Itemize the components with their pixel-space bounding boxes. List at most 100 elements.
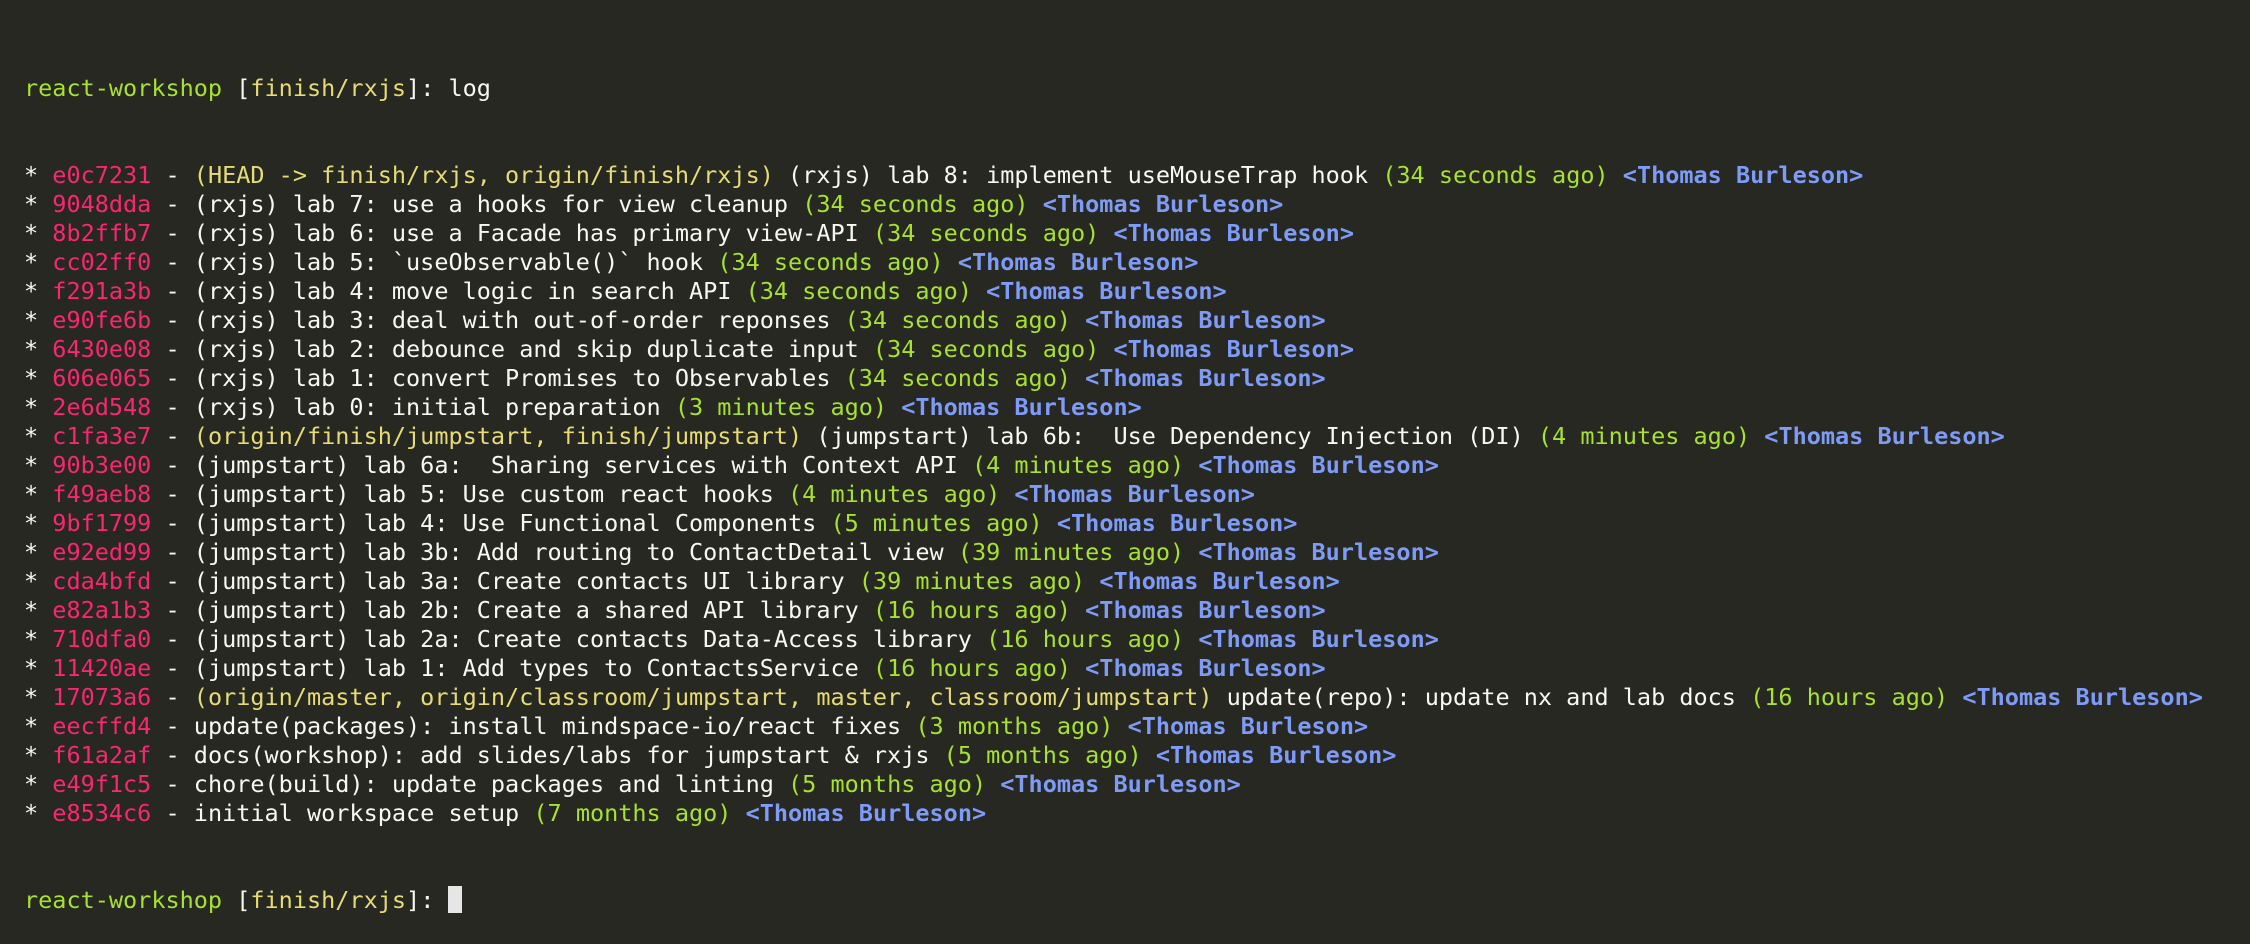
commit-author: <Thomas Burleson> (1085, 596, 1326, 624)
commit-line: * 8b2ffb7 - (rxjs) lab 6: use a Facade h… (24, 219, 1354, 247)
commit-date: (16 hours ago) (1750, 683, 1949, 711)
commit-author: <Thomas Burleson> (1764, 422, 2005, 450)
commit-date: (34 seconds ago) (745, 277, 972, 305)
commit-author: <Thomas Burleson> (986, 277, 1227, 305)
prompt-line: react-workshop [finish/rxjs]: log (24, 74, 491, 102)
commit-author: <Thomas Burleson> (901, 393, 1142, 421)
prompt-directory: react-workshop (24, 74, 223, 102)
commit-date: (4 minutes ago) (788, 480, 1001, 508)
commit-line: * 11420ae - (jumpstart) lab 1: Add types… (24, 654, 1326, 682)
commit-message: (jumpstart) lab 5: Use custom react hook… (193, 480, 774, 508)
commit-author: <Thomas Burleson> (1056, 509, 1298, 537)
commit-date: (16 hours ago) (986, 625, 1185, 653)
commit-hash: 90b3e00 (52, 451, 152, 479)
commit-author: <Thomas Burleson> (1014, 480, 1255, 508)
commit-hash: e90fe6b (52, 306, 152, 334)
commit-line: * 17073a6 - (origin/master, origin/class… (24, 683, 2203, 711)
commit-message: update(packages): install mindspace-io/r… (193, 712, 902, 740)
commit-date: (39 minutes ago) (858, 567, 1086, 595)
commit-hash: e8534c6 (52, 799, 152, 827)
commit-author: <Thomas Burleson> (1127, 712, 1369, 740)
commit-message: (rxjs) lab 4: move logic in search API (193, 277, 732, 305)
commit-author: <Thomas Burleson> (1085, 306, 1326, 334)
commit-hash: eecffd4 (52, 712, 152, 740)
commit-author: <Thomas Burleson> (1085, 654, 1326, 682)
commit-line: * 9048dda - (rxjs) lab 7: use a hooks fo… (24, 190, 1284, 218)
current-prompt-line[interactable]: react-workshop [finish/rxjs]: (24, 886, 2226, 915)
commit-date: (4 minutes ago) (971, 451, 1185, 479)
current-prompt-branch: finish/rxjs (250, 886, 407, 914)
commit-hash: 2e6d548 (52, 393, 152, 421)
commit-message: (rxjs) lab 0: initial preparation (193, 393, 661, 421)
commit-message: (jumpstart) lab 2b: Create a shared API … (193, 596, 859, 624)
commit-date: (16 hours ago) (872, 654, 1071, 682)
commit-author: <Thomas Burleson> (1198, 625, 1439, 653)
commit-hash: f61a2af (52, 741, 152, 769)
commit-hash: 11420ae (52, 654, 152, 682)
commit-hash: c1fa3e7 (52, 422, 152, 450)
commit-date: (5 months ago) (943, 741, 1142, 769)
commit-date: (39 minutes ago) (957, 538, 1185, 566)
commit-hash: 606e065 (52, 364, 152, 392)
commit-message: update(repo): update nx and lab docs (1226, 683, 1736, 711)
commit-message: (rxjs) lab 5: `useObservable()` hook (193, 248, 704, 276)
commit-line: * c1fa3e7 - (origin/finish/jumpstart, fi… (24, 422, 2005, 450)
commit-message: (jumpstart) lab 4: Use Functional Compon… (193, 509, 817, 537)
commit-line: * cda4bfd - (jumpstart) lab 3a: Create c… (24, 567, 1340, 595)
commit-message: chore(build): update packages and lintin… (193, 770, 774, 798)
commit-author: <Thomas Burleson> (1155, 741, 1397, 769)
commit-hash: f49aeb8 (52, 480, 152, 508)
commit-hash: 9bf1799 (52, 509, 152, 537)
commit-hash: 9048dda (52, 190, 152, 218)
commit-line: * e90fe6b - (rxjs) lab 3: deal with out-… (24, 306, 1326, 334)
commit-line: * e92ed99 - (jumpstart) lab 3b: Add rout… (24, 538, 1439, 566)
commit-line: * 90b3e00 - (jumpstart) lab 6a: Sharing … (24, 451, 1439, 479)
commit-date: (5 months ago) (788, 770, 987, 798)
commit-date: (34 seconds ago) (844, 364, 1071, 392)
terminal-window[interactable]: react-workshop [finish/rxjs]: log * e0c7… (0, 0, 2250, 914)
commit-message: (rxjs) lab 2: debounce and skip duplicat… (193, 335, 859, 363)
commit-refs: (origin/finish/jumpstart, finish/jumpsta… (193, 422, 803, 450)
commit-date: (16 hours ago) (872, 596, 1071, 624)
commit-line: * 2e6d548 - (rxjs) lab 0: initial prepar… (24, 393, 1142, 421)
commit-line: * cc02ff0 - (rxjs) lab 5: `useObservable… (24, 248, 1199, 276)
commit-line: * e8534c6 - initial workspace setup (7 m… (24, 799, 987, 827)
commit-line: * f61a2af - docs(workshop): add slides/l… (24, 741, 1397, 769)
commit-message: (jumpstart) lab 1: Add types to Contacts… (193, 654, 859, 682)
commit-hash: 8b2ffb7 (52, 219, 152, 247)
commit-author: <Thomas Burleson> (1113, 335, 1354, 363)
commit-author: <Thomas Burleson> (1042, 190, 1284, 218)
commit-message: docs(workshop): add slides/labs for jump… (193, 741, 930, 769)
commit-date: (3 months ago) (915, 712, 1114, 740)
commit-message: (jumpstart) lab 3b: Add routing to Conta… (193, 538, 944, 566)
git-log-output: * e0c7231 - (HEAD -> finish/rxjs, origin… (24, 161, 2226, 828)
commit-date: (34 seconds ago) (802, 190, 1029, 218)
commit-date: (34 seconds ago) (872, 335, 1100, 363)
commit-date: (34 seconds ago) (844, 306, 1071, 334)
commit-line: * 606e065 - (rxjs) lab 1: convert Promis… (24, 364, 1326, 392)
commit-author: <Thomas Burleson> (1962, 683, 2203, 711)
commit-refs: (origin/master, origin/classroom/jumpsta… (193, 683, 1213, 711)
commit-line: * e82a1b3 - (jumpstart) lab 2b: Create a… (24, 596, 1326, 624)
commit-author: <Thomas Burleson> (1000, 770, 1241, 798)
commit-refs: (HEAD -> finish/rxjs, origin/finish/rxjs… (193, 161, 774, 189)
commit-author: <Thomas Burleson> (745, 799, 987, 827)
commit-author: <Thomas Burleson> (957, 248, 1199, 276)
commit-line: * f291a3b - (rxjs) lab 4: move logic in … (24, 277, 1227, 305)
commit-hash: e49f1c5 (52, 770, 152, 798)
commit-date: (7 months ago) (533, 799, 732, 827)
commit-author: <Thomas Burleson> (1099, 567, 1340, 595)
commit-hash: e0c7231 (52, 161, 152, 189)
commit-author: <Thomas Burleson> (1198, 538, 1439, 566)
commit-message: (rxjs) lab 8: implement useMouseTrap hoo… (788, 161, 1369, 189)
commit-date: (5 minutes ago) (830, 509, 1043, 537)
commit-hash: 710dfa0 (52, 625, 152, 653)
current-prompt-directory: react-workshop (24, 886, 223, 914)
commit-date: (4 minutes ago) (1537, 422, 1751, 450)
commit-line: * f49aeb8 - (jumpstart) lab 5: Use custo… (24, 480, 1255, 508)
prompt-command: log (448, 74, 491, 102)
commit-hash: cc02ff0 (52, 248, 152, 276)
commit-hash: cda4bfd (52, 567, 152, 595)
commit-line: * 710dfa0 - (jumpstart) lab 2a: Create c… (24, 625, 1439, 653)
commit-date: (34 seconds ago) (872, 219, 1100, 247)
